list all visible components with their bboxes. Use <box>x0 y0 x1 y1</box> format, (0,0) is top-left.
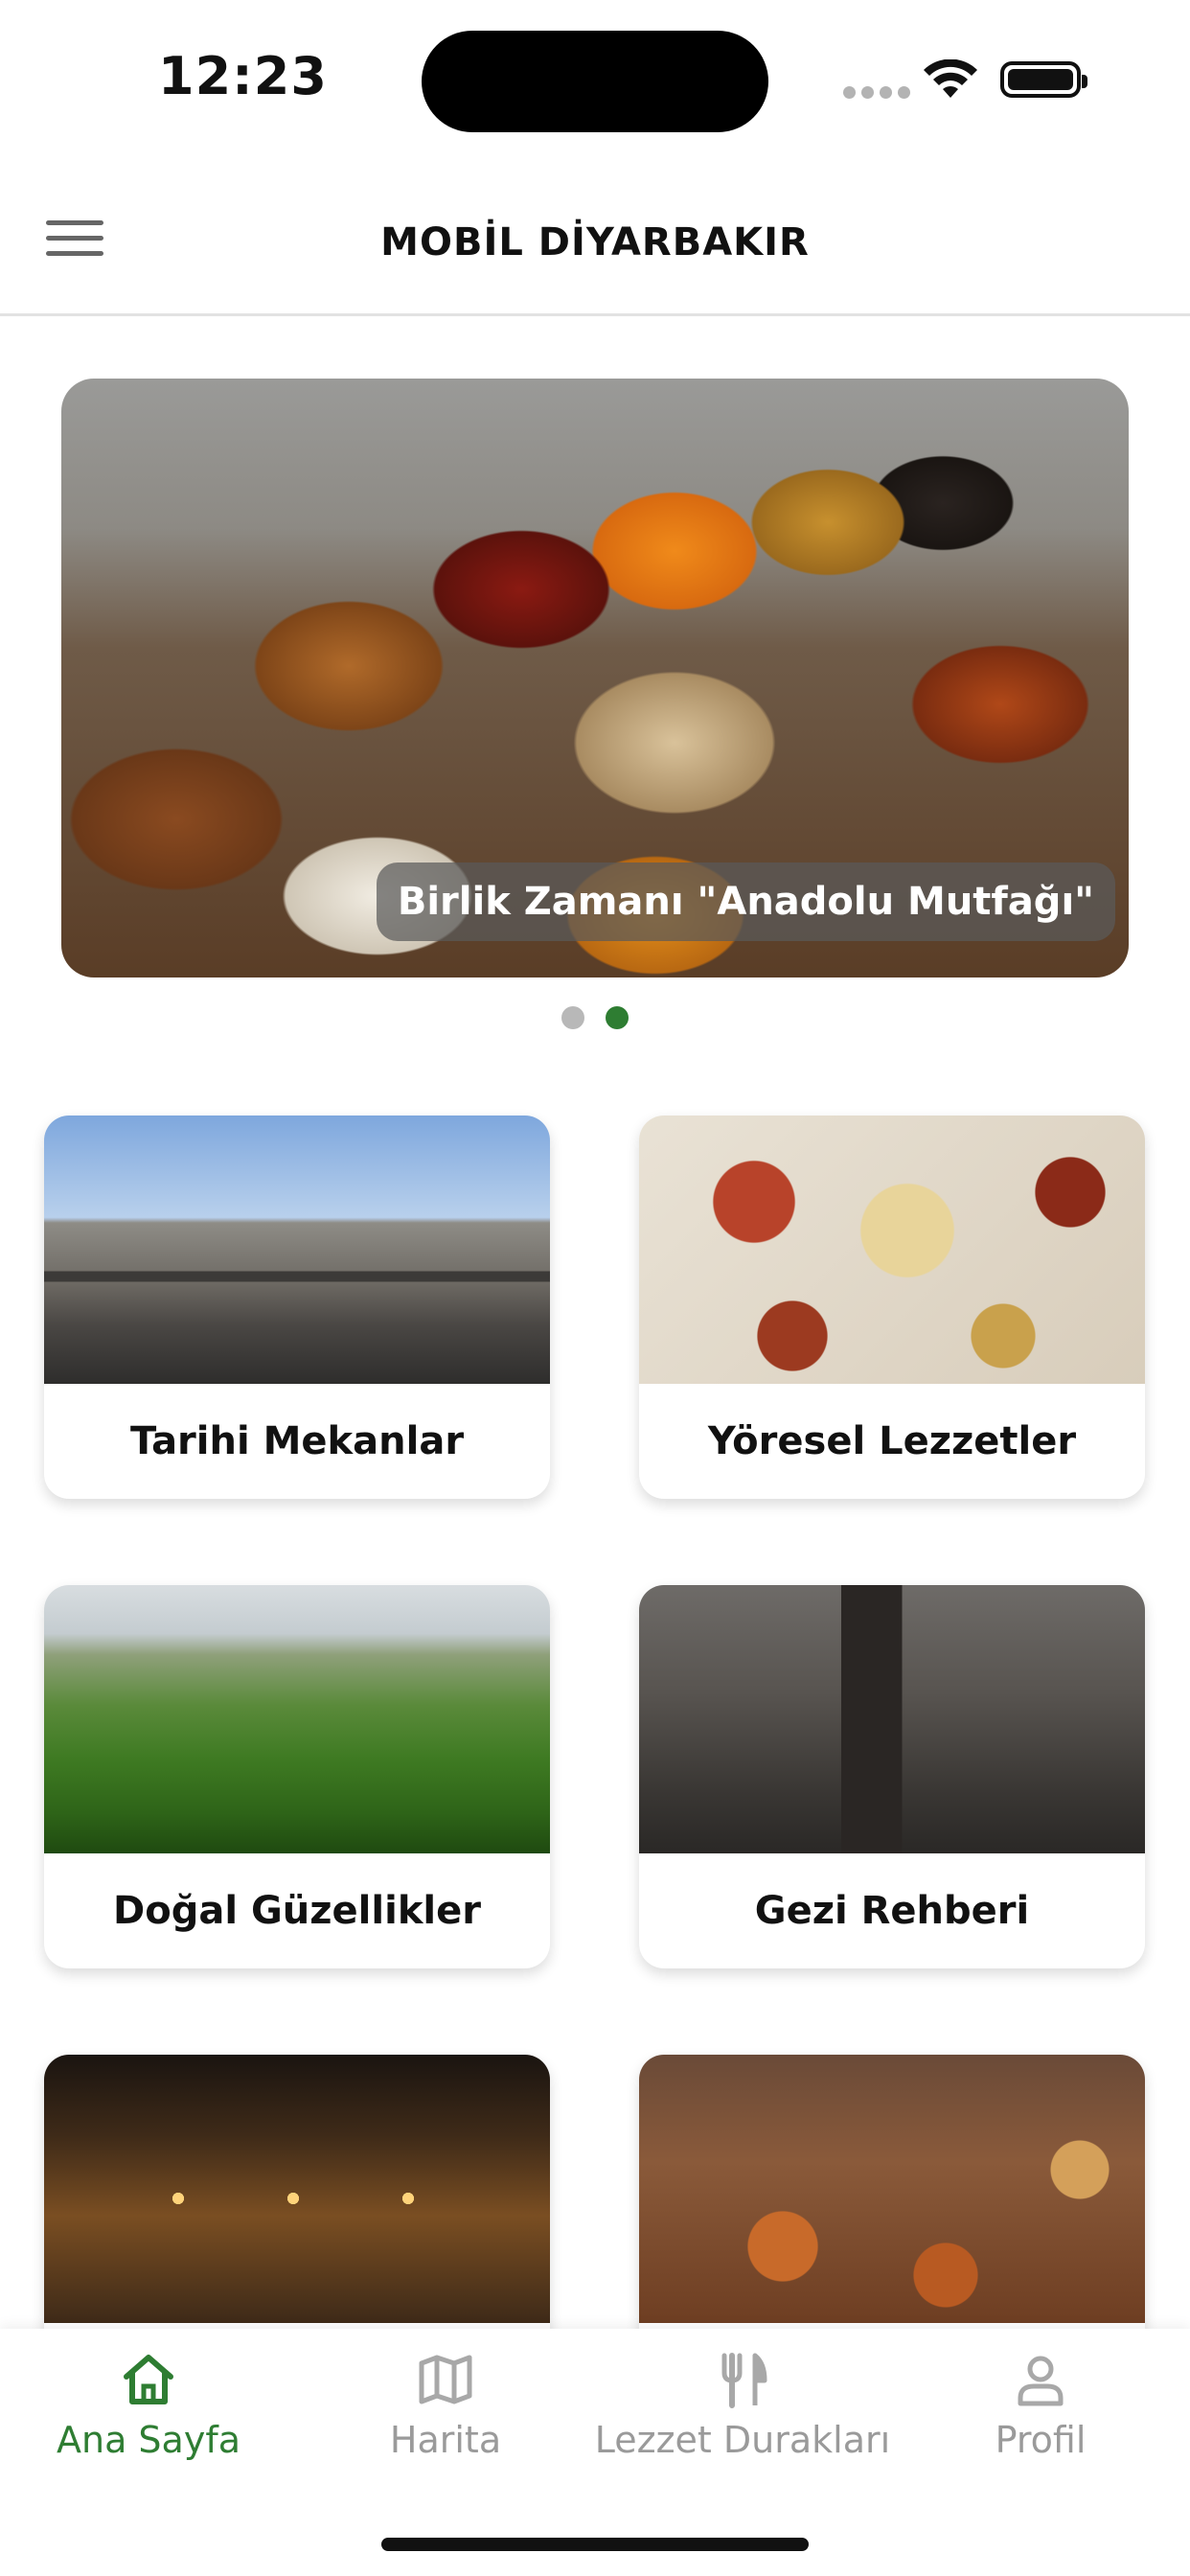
category-image <box>639 1585 1145 1853</box>
page-title: MOBİL DİYARBAKIR <box>380 220 810 264</box>
person-icon <box>1018 2356 1064 2406</box>
status-bar: 12:23 <box>0 0 1190 153</box>
tab-label: Profil <box>995 2419 1087 2461</box>
category-label: Doğal Güzellikler <box>113 1889 481 1933</box>
tab-harita[interactable]: Harita <box>297 2350 594 2465</box>
category-image <box>44 1116 550 1384</box>
category-card-dogal-guzellikler[interactable]: Doğal Güzellikler <box>44 1585 550 1968</box>
featured-carousel[interactable]: Birlik Zamanı "Anadolu Mutfağı" <box>61 379 1129 978</box>
tab-ana-sayfa[interactable]: Ana Sayfa <box>0 2350 297 2465</box>
category-label: Gezi Rehberi <box>754 1889 1030 1933</box>
tab-lezzet-duraklari[interactable]: Lezzet Durakları <box>594 2350 891 2465</box>
category-label: Tarihi Mekanlar <box>129 1419 465 1463</box>
wifi-icon <box>924 59 977 98</box>
carousel-dot[interactable] <box>561 1006 585 1029</box>
tab-label: Ana Sayfa <box>56 2419 240 2461</box>
category-label: Yöresel Lezzetler <box>707 1419 1077 1463</box>
category-image <box>639 1116 1145 1384</box>
dynamic-island <box>422 31 768 132</box>
tab-label: Lezzet Durakları <box>594 2419 891 2461</box>
category-image <box>44 2055 550 2323</box>
category-card-yoresel-lezzetler[interactable]: Yöresel Lezzetler <box>639 1116 1145 1499</box>
battery-icon <box>1000 61 1087 98</box>
map-icon <box>419 2355 472 2404</box>
category-card-tarihi-mekanlar[interactable]: Tarihi Mekanlar <box>44 1116 550 1499</box>
cellular-signal-icon <box>843 84 916 103</box>
category-card-gezi-rehberi[interactable]: Gezi Rehberi <box>639 1585 1145 1968</box>
status-time: 12:23 <box>158 46 328 106</box>
carousel-pagination <box>0 1006 1190 1033</box>
tab-profil[interactable]: Profil <box>892 2350 1189 2465</box>
app-header: MOBİL DİYARBAKIR <box>0 182 1190 316</box>
category-image <box>44 1585 550 1853</box>
carousel-slide-caption: Birlik Zamanı "Anadolu Mutfağı" <box>376 862 1115 941</box>
carousel-dot-active[interactable] <box>605 1006 629 1029</box>
tab-label: Harita <box>389 2419 502 2461</box>
home-icon <box>124 2355 173 2404</box>
fork-knife-icon <box>721 2353 767 2408</box>
category-image <box>639 2055 1145 2323</box>
home-indicator[interactable] <box>381 2538 809 2551</box>
